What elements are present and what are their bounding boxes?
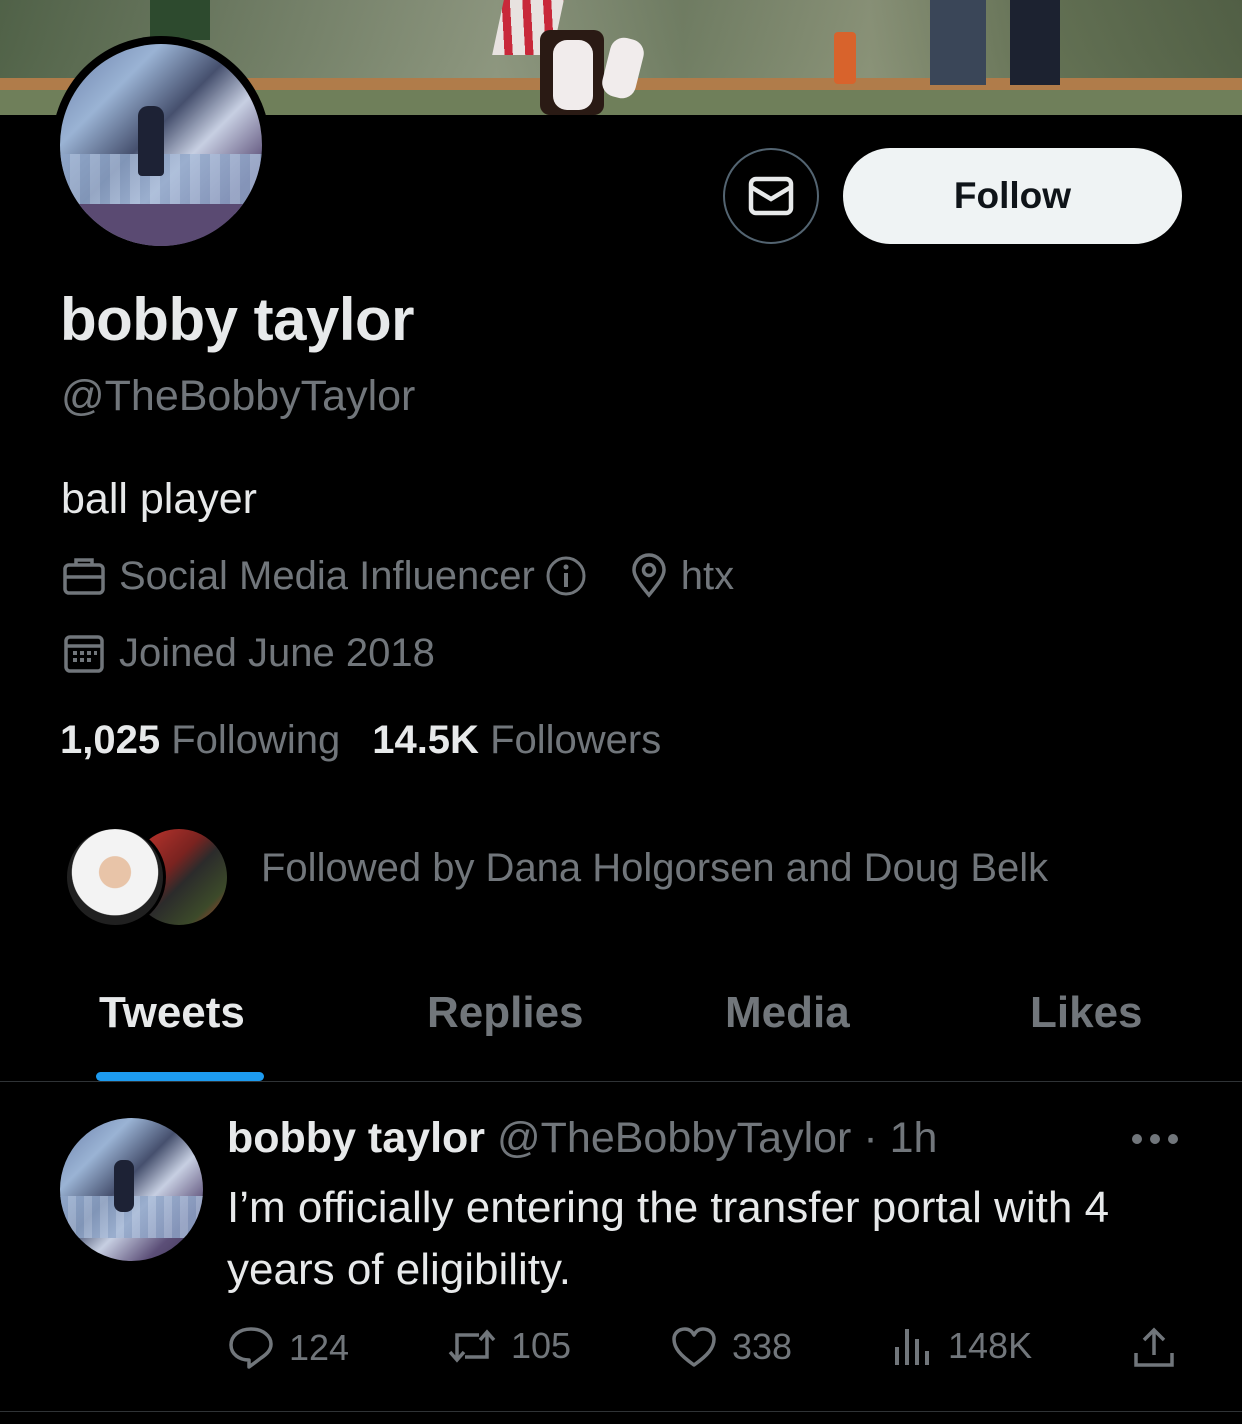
profile-stats: 1,025 Following 14.5K Followers bbox=[60, 718, 693, 763]
profile-joined-row: Joined June 2018 bbox=[61, 630, 435, 676]
tweet-author-avatar[interactable] bbox=[60, 1118, 203, 1261]
calendar-icon bbox=[64, 635, 104, 673]
more-options-button[interactable] bbox=[1130, 1132, 1180, 1151]
retweet-count: 105 bbox=[511, 1325, 572, 1366]
profile-meta-row: Social Media Influencer htx bbox=[61, 553, 734, 599]
reply-bubble-icon bbox=[229, 1327, 273, 1369]
heart-icon bbox=[672, 1327, 716, 1367]
briefcase-icon bbox=[63, 558, 105, 595]
profile-name: bobby taylor bbox=[60, 286, 415, 353]
more-dots-icon bbox=[1132, 1134, 1178, 1144]
envelope-icon bbox=[748, 176, 794, 216]
profile-location: htx bbox=[680, 553, 735, 598]
tab-tweets[interactable]: Tweets bbox=[99, 988, 245, 1038]
profile-handle: @TheBobbyTaylor bbox=[61, 372, 416, 420]
info-icon[interactable] bbox=[545, 555, 587, 597]
tweet-author-name[interactable]: bobby taylor bbox=[227, 1114, 485, 1162]
views-button[interactable]: 148K bbox=[892, 1325, 1032, 1367]
active-tab-indicator bbox=[96, 1072, 264, 1081]
views-count: 148K bbox=[948, 1325, 1033, 1366]
tweet-time[interactable]: · 1h bbox=[863, 1114, 937, 1162]
profile-bio: ball player bbox=[61, 475, 257, 523]
profile-category: Social Media Influencer bbox=[119, 553, 535, 598]
tweet[interactable]: bobby taylor @TheBobbyTaylor · 1h I’m of… bbox=[0, 1082, 1242, 1412]
followers-count: 14.5K bbox=[372, 718, 479, 762]
reply-button[interactable]: 124 bbox=[227, 1325, 349, 1371]
tweet-header: bobby taylor @TheBobbyTaylor · 1h bbox=[227, 1114, 937, 1163]
like-count: 338 bbox=[732, 1326, 793, 1367]
message-button[interactable] bbox=[723, 148, 819, 244]
tab-replies[interactable]: Replies bbox=[427, 988, 584, 1038]
tweet-actions: 124 105 338 148K bbox=[227, 1325, 1187, 1373]
tab-media[interactable]: Media bbox=[725, 988, 850, 1038]
followers-stat[interactable]: 14.5K Followers bbox=[372, 718, 661, 763]
followers-label: Followers bbox=[490, 718, 662, 762]
followed-by-text: Followed by Dana Holgorsen and Doug Belk bbox=[261, 846, 1049, 890]
followed-by-section[interactable]: Followed by Dana Holgorsen and Doug Belk bbox=[64, 826, 1194, 928]
profile-tabs: Tweets Replies Media Likes bbox=[0, 980, 1242, 1082]
tweet-author-handle[interactable]: @TheBobbyTaylor bbox=[497, 1114, 851, 1162]
reply-count: 124 bbox=[289, 1327, 350, 1368]
like-button[interactable]: 338 bbox=[670, 1325, 792, 1369]
tweet-text: I’m officially entering the transfer por… bbox=[227, 1183, 1110, 1294]
share-upload-icon bbox=[1134, 1327, 1174, 1367]
retweet-icon bbox=[448, 1329, 496, 1363]
profile-joined: Joined June 2018 bbox=[119, 630, 435, 675]
share-button[interactable] bbox=[1131, 1325, 1177, 1371]
following-stat[interactable]: 1,025 Following bbox=[60, 718, 340, 763]
profile-avatar[interactable] bbox=[52, 36, 270, 254]
following-count: 1,025 bbox=[60, 718, 161, 762]
tab-likes[interactable]: Likes bbox=[1030, 988, 1143, 1038]
retweet-button[interactable]: 105 bbox=[447, 1325, 571, 1367]
follow-button[interactable]: Follow bbox=[843, 148, 1182, 244]
follower-avatar bbox=[64, 826, 166, 928]
following-label: Following bbox=[171, 718, 341, 762]
location-pin-icon bbox=[632, 553, 666, 598]
views-chart-icon bbox=[895, 1329, 929, 1365]
